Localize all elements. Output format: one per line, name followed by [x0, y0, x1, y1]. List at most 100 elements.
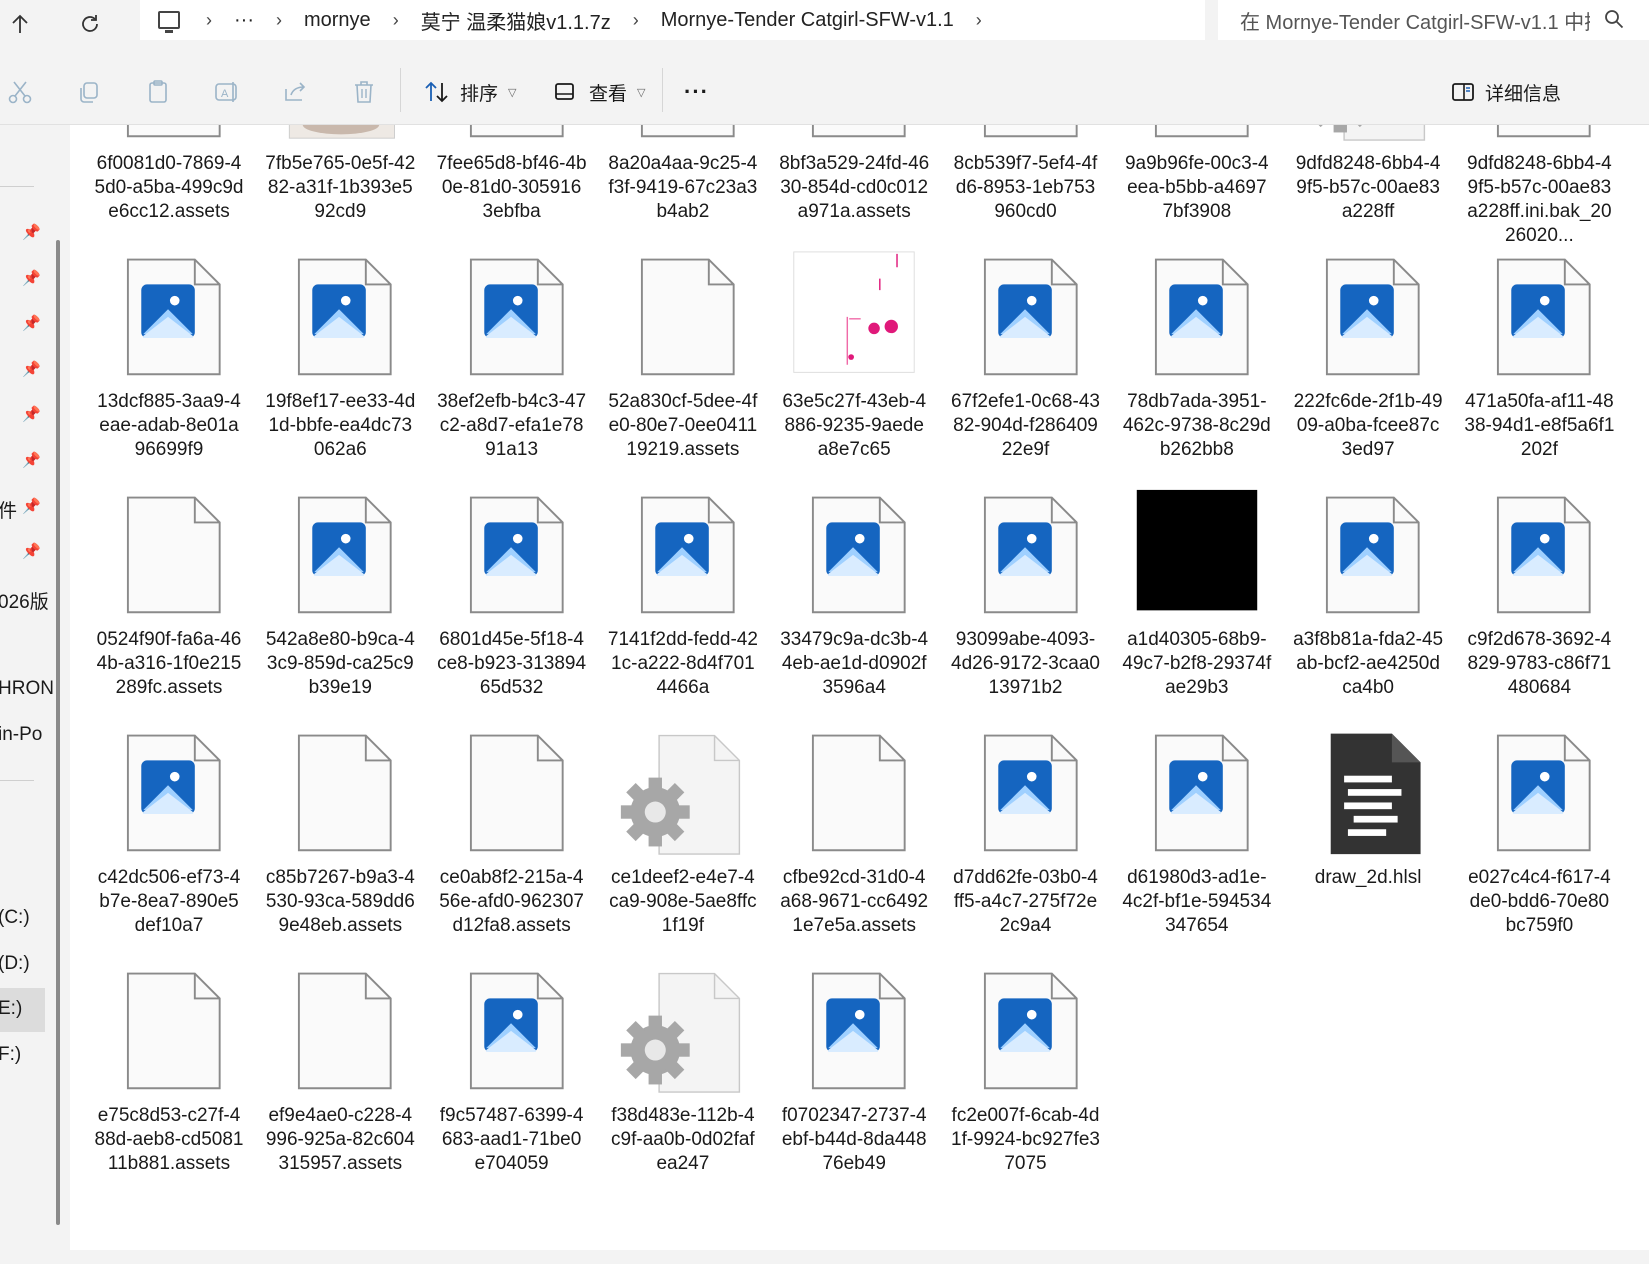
command-bar: A 排序 ▽ 查看 ▽ ··· 详细信息 [0, 58, 1649, 125]
nav-item-label[interactable]: HRON [0, 678, 54, 700]
breadcrumb-more[interactable]: ··· [234, 9, 254, 32]
breadcrumb-segment[interactable]: mornye [304, 9, 371, 32]
view-button[interactable]: 查看 ▽ [553, 76, 645, 108]
sort-icon [425, 81, 448, 103]
chevron-right-icon[interactable]: › [393, 10, 399, 31]
rename-icon: A [215, 82, 237, 102]
refresh-icon [82, 15, 98, 32]
pin-icon[interactable]: 📌 [22, 542, 41, 560]
file-name: cfbe92cd-31d0-4a68-9671-cc64921e7e5a.ass… [780, 867, 929, 936]
nav-drive-d[interactable]: (D:) [0, 953, 30, 975]
nav-drive-f[interactable]: F:) [0, 1044, 21, 1066]
pin-icon[interactable]: 📌 [22, 314, 41, 332]
image-file-icon [1474, 726, 1604, 856]
sort-button[interactable]: 排序 ▽ [424, 76, 516, 108]
file-name: 7fee65d8-bf46-4b0e-81d0-3059163ebfba [436, 153, 587, 222]
nav-drive-e[interactable]: E:) [0, 998, 22, 1020]
pin-icon[interactable]: 📌 [22, 405, 41, 423]
blank-file-icon [1132, 125, 1262, 142]
file-name: 8a20a4aa-9c25-4f3f-9419-67c23a3b4ab2 [608, 153, 758, 222]
chevron-right-icon[interactable]: › [633, 10, 639, 31]
pin-icon[interactable]: 📌 [22, 269, 41, 287]
nav-item-label[interactable]: in-Po [0, 724, 42, 746]
share-button[interactable] [281, 78, 309, 106]
chevron-right-icon[interactable]: › [206, 10, 212, 31]
file-name: fc2e007f-6cab-4d1f-9924-bc927fe37075 [951, 1105, 1100, 1174]
paste-button[interactable] [144, 78, 172, 106]
file-name: ce0ab8f2-215a-456e-afd0-962307d12fa8.ass… [439, 867, 584, 936]
settings-file-icon [618, 964, 748, 1094]
image-file-icon [1132, 726, 1262, 856]
chevron-right-icon[interactable]: › [276, 10, 282, 31]
image-file-icon [961, 488, 1091, 618]
file-name: c85b7267-b9a3-4530-93ca-589dd69e48eb.ass… [265, 867, 415, 936]
more-label: ··· [684, 79, 709, 104]
svg-text:A: A [221, 88, 229, 100]
blank-file-icon [1474, 125, 1604, 142]
file-name: d61980d3-ad1e-4c2f-bf1e-594534347654 [1122, 867, 1272, 936]
nav-scrollbar[interactable] [56, 240, 60, 1225]
search-box[interactable]: 在 Mornye-Tender Catgirl-SFW-v1.1 中搜索 [1218, 0, 1649, 40]
image-file-icon [961, 964, 1091, 1094]
blank-file-icon [104, 488, 234, 618]
toolbar-divider [662, 68, 663, 112]
file-name: c9f2d678-3692-4829-9783-c86f71480684 [1467, 629, 1612, 698]
pin-icon[interactable]: 📌 [22, 451, 41, 469]
blank-file-icon [104, 964, 234, 1094]
file-name: 9dfd8248-6bb4-49f5-b57c-00ae83a228ff [1295, 153, 1441, 222]
search-icon[interactable] [1603, 8, 1625, 30]
pin-icon[interactable]: 📌 [22, 360, 41, 378]
more-options-button[interactable]: ··· [684, 76, 709, 108]
file-name: e75c8d53-c27f-488d-aeb8-cd508111b881.ass… [94, 1105, 244, 1174]
file-name: d7dd62fe-03b0-4ff5-a4c7-275f72e2c9a4 [953, 867, 1098, 936]
breadcrumb-segment[interactable]: Mornye-Tender Catgirl-SFW-v1.1 [661, 9, 954, 32]
navigation-pane: 📌 📌 📌 📌 📌 📌 件 📌 📌 026版 HRON in-Po (C:) (… [0, 125, 70, 1250]
file-name: draw_2d.hlsl [1314, 867, 1422, 888]
copy-button[interactable] [75, 78, 103, 106]
chevron-down-icon: ▽ [637, 86, 646, 99]
image-file-icon [1474, 250, 1604, 380]
refresh-button[interactable] [72, 6, 108, 42]
delete-button[interactable] [350, 78, 378, 106]
rename-button[interactable]: A [213, 78, 241, 106]
file-name: f0702347-2737-4ebf-b44d-8da44876eb49 [781, 1105, 927, 1174]
file-name: 19f8ef17-ee33-4d1d-bbfe-ea4dc73062a6 [265, 391, 416, 460]
scissors-icon [8, 81, 32, 104]
nav-item-label[interactable]: 026版 [0, 587, 49, 614]
cut-button[interactable] [6, 78, 34, 106]
file-name: 9dfd8248-6bb4-49f5-b57c-00ae83a228ff.ini… [1467, 153, 1612, 246]
nav-drive-c[interactable]: (C:) [0, 907, 30, 929]
file-name: 0524f90f-fa6a-464b-a316-1f0e215289fc.ass… [96, 629, 242, 698]
image-file-icon [447, 250, 577, 380]
image-file-icon [104, 250, 234, 380]
thumbnail-image [1132, 488, 1262, 618]
address-bar[interactable]: › ··· › mornye › 莫宁 温柔猫娘v1.1.7z › Mornye… [140, 0, 1205, 40]
this-pc-icon[interactable] [158, 11, 180, 33]
chevron-right-icon[interactable]: › [976, 10, 982, 31]
view-icon [555, 83, 574, 100]
title-bar: › ··· › mornye › 莫宁 温柔猫娘v1.1.7z › Mornye… [0, 0, 1649, 52]
nav-divider [0, 780, 34, 781]
file-name: c42dc506-ef73-4b7e-8ea7-890e5def10a7 [97, 867, 241, 936]
image-file-icon [1303, 250, 1433, 380]
nav-item-label[interactable]: 件 [0, 496, 17, 523]
breadcrumb-segment[interactable]: 莫宁 温柔猫娘v1.1.7z [421, 6, 611, 35]
file-name: 542a8e80-b9ca-43c9-859d-ca25c9b39e19 [265, 629, 415, 698]
arrow-up-icon [12, 14, 28, 33]
pin-icon[interactable]: 📌 [22, 223, 41, 241]
up-button[interactable] [2, 6, 38, 42]
clipboard-icon [149, 80, 167, 103]
file-name: 52a830cf-5dee-4fe0-80e7-0ee041119219.ass… [608, 391, 758, 460]
blank-file-icon [618, 250, 748, 380]
view-label: 查看 [589, 83, 628, 105]
image-file-icon [275, 488, 405, 618]
details-pane-button[interactable]: 详细信息 [1451, 76, 1561, 108]
pin-icon[interactable]: 📌 [22, 497, 41, 515]
chevron-down-icon: ▽ [508, 86, 517, 99]
blank-file-icon [447, 726, 577, 856]
image-file-icon [104, 726, 234, 856]
sort-label: 排序 [460, 83, 499, 105]
file-name: 7fb5e765-0e5f-4282-a31f-1b393e592cd9 [265, 153, 416, 222]
search-input[interactable]: 在 Mornye-Tender Catgirl-SFW-v1.1 中搜索 [1240, 6, 1590, 35]
shader-file-icon [1303, 726, 1433, 856]
